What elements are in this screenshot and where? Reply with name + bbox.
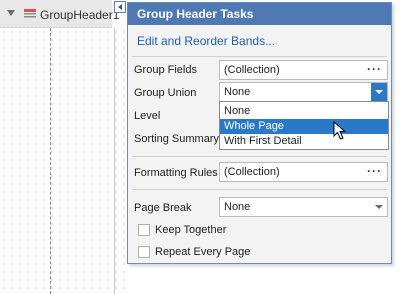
group-union-label: Group Union — [134, 87, 197, 99]
divider — [132, 56, 387, 57]
repeat-every-page-checkbox[interactable] — [138, 246, 150, 258]
repeat-every-page-label[interactable]: Repeat Every Page — [155, 246, 250, 258]
group-union-value: None — [224, 86, 251, 98]
keep-together-label[interactable]: Keep Together — [155, 224, 226, 236]
chevron-down-icon[interactable] — [371, 83, 387, 101]
edit-reorder-bands-link[interactable]: Edit and Reorder Bands... — [137, 34, 275, 48]
band-name-label: GroupHeader1 — [40, 8, 120, 22]
formatting-rules-label: Formatting Rules — [134, 167, 218, 179]
mouse-pointer-icon — [333, 121, 347, 140]
group-union-select[interactable]: None — [219, 82, 388, 102]
chevron-left-icon[interactable] — [114, 1, 126, 13]
design-grid — [0, 28, 128, 294]
keep-together-checkbox[interactable] — [138, 224, 150, 236]
dropdown-option-whole-page[interactable]: Whole Page — [220, 119, 388, 134]
ellipsis-icon[interactable]: ··· — [367, 62, 382, 76]
sorting-summary-label: Sorting Summary — [134, 133, 219, 145]
dropdown-option-none[interactable]: None — [220, 104, 388, 119]
page-break-label: Page Break — [134, 202, 192, 214]
group-fields-label: Group Fields — [134, 64, 197, 76]
band-edge-line — [114, 28, 115, 294]
group-header-tasks-panel: Group Header Tasks Edit and Reorder Band… — [127, 2, 392, 264]
page-break-value: None — [224, 201, 251, 213]
formatting-rules-editor[interactable]: (Collection) ··· — [219, 162, 388, 182]
triangle-down-icon[interactable] — [7, 10, 15, 16]
formatting-rules-value: (Collection) — [224, 166, 280, 178]
group-fields-value: (Collection) — [224, 64, 280, 76]
group-header-band-caption[interactable]: GroupHeader1 — [0, 0, 119, 28]
level-label: Level — [134, 110, 161, 122]
group-header-band-icon — [24, 9, 36, 18]
group-union-dropdown-list: None Whole Page With First Detail — [219, 101, 389, 150]
page-break-select[interactable]: None — [219, 197, 388, 217]
ellipsis-icon[interactable]: ··· — [367, 164, 382, 178]
divider — [132, 189, 387, 190]
margin-guide-line — [50, 28, 51, 294]
group-fields-editor[interactable]: (Collection) ··· — [219, 60, 388, 80]
chevron-down-icon[interactable] — [371, 198, 387, 216]
divider — [132, 156, 387, 157]
dropdown-option-with-first-detail[interactable]: With First Detail — [220, 134, 388, 149]
panel-title: Group Header Tasks — [128, 3, 391, 25]
